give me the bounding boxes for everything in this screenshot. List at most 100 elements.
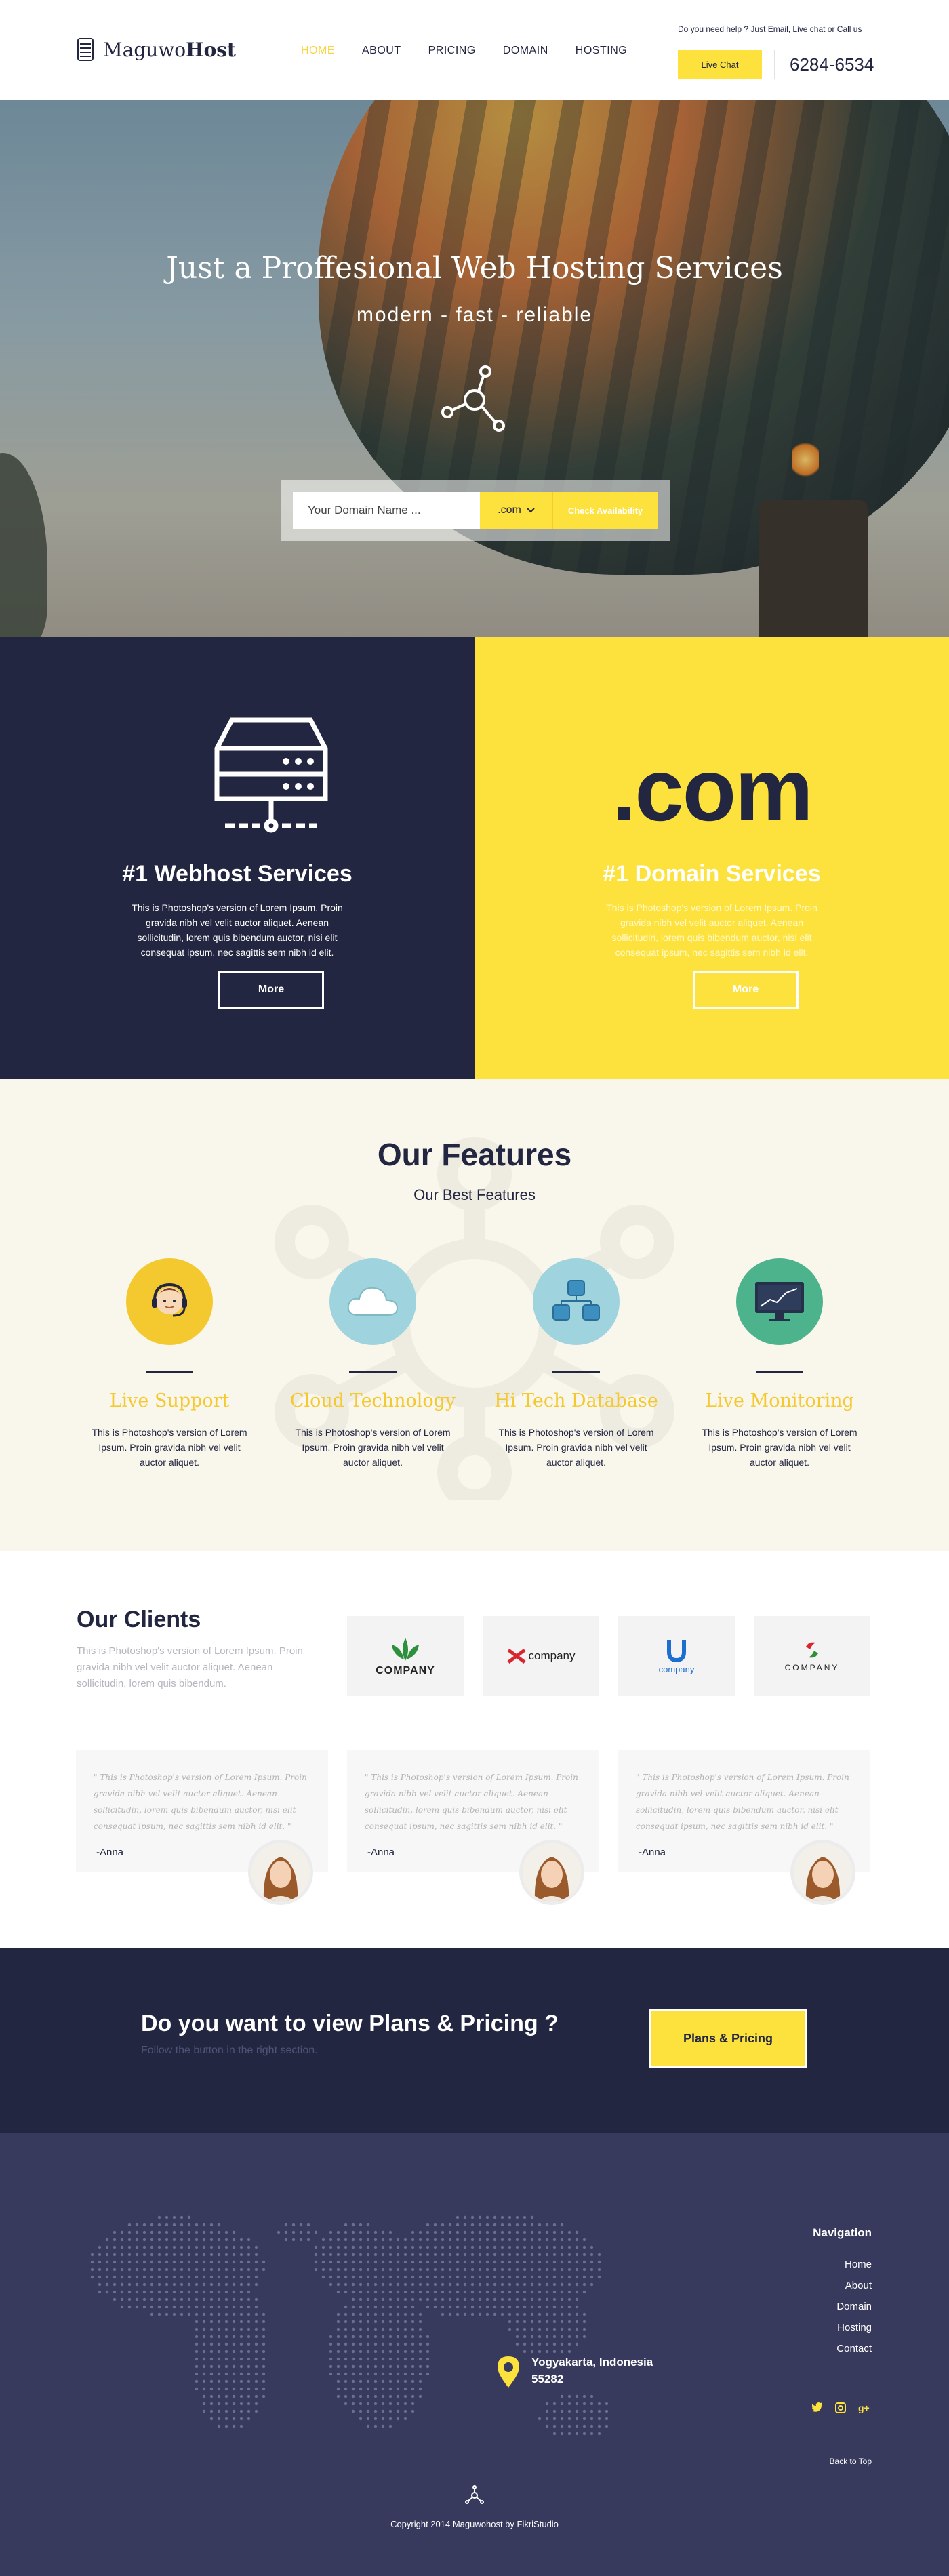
footer-nav-hosting[interactable]: Hosting bbox=[836, 2322, 872, 2333]
testimonial-author: -Anna bbox=[639, 1847, 666, 1858]
clients-description: This is Photoshop's version of Lorem Ips… bbox=[77, 1645, 303, 1689]
headset-agent-icon bbox=[126, 1258, 213, 1345]
client-logo-2[interactable]: company bbox=[483, 1616, 599, 1696]
domain-service-text: This is Photoshop's version of Lorem Ips… bbox=[606, 902, 817, 958]
google-plus-icon[interactable]: g+ bbox=[858, 2402, 872, 2413]
phone-number: 6284-6534 bbox=[790, 54, 874, 75]
plans-pricing-button[interactable]: Plans & Pricing bbox=[649, 2009, 807, 2068]
world-map-dots bbox=[90, 2215, 609, 2436]
network-share-icon bbox=[441, 365, 505, 432]
testimonial-card: " This is Photoshop's version of Lorem I… bbox=[347, 1750, 599, 1905]
header-separator bbox=[774, 50, 775, 79]
testimonial-quote: " This is Photoshop's version of Lorem I… bbox=[94, 1773, 307, 1831]
nav-home[interactable]: HOME bbox=[301, 45, 335, 57]
webhost-service-title: #1 Webhost Services bbox=[122, 861, 352, 887]
hero-tagline: modern - fast - reliable bbox=[356, 304, 593, 326]
feature-text: This is Photoshop's version of Lorem Ips… bbox=[92, 1427, 247, 1468]
footer-nav-domain[interactable]: Domain bbox=[836, 2301, 872, 2312]
x-logo-icon bbox=[507, 1649, 525, 1664]
dotcom-graphic: .com bbox=[611, 740, 813, 839]
footer-nav-about[interactable]: About bbox=[836, 2280, 872, 2291]
leaf-logo-icon bbox=[392, 1638, 419, 1661]
u-logo-icon bbox=[667, 1639, 686, 1662]
feature-divider bbox=[146, 1371, 193, 1373]
server-rack-icon bbox=[214, 717, 328, 833]
feature-text: This is Photoshop's version of Lorem Ips… bbox=[498, 1427, 654, 1468]
testimonial-author: -Anna bbox=[96, 1847, 124, 1858]
feature-title: Hi Tech Database bbox=[494, 1390, 658, 1411]
clients-section: Our Clients This is Photoshop's version … bbox=[0, 1551, 949, 1948]
back-to-top-link[interactable]: Back to Top bbox=[830, 2457, 872, 2466]
live-chat-button[interactable]: Live Chat bbox=[678, 50, 762, 79]
twitter-icon[interactable] bbox=[812, 2402, 823, 2412]
avatar bbox=[519, 1840, 584, 1905]
site-header: MaguwoHost HOME ABOUT PRICING DOMAIN HOS… bbox=[0, 0, 949, 100]
tld-select[interactable]: .com bbox=[480, 492, 553, 529]
feature-divider bbox=[349, 1371, 397, 1373]
feature-text: This is Photoshop's version of Lorem Ips… bbox=[702, 1427, 857, 1468]
main-nav: HOME ABOUT PRICING DOMAIN HOSTING bbox=[301, 45, 654, 57]
client-logo-4[interactable]: COMPANY bbox=[754, 1616, 870, 1696]
cta-subtitle: Follow the button in the right section. bbox=[141, 2045, 318, 2056]
nav-about[interactable]: ABOUT bbox=[362, 45, 401, 57]
pricing-cta-section: Do you want to view Plans & Pricing ? Fo… bbox=[0, 1948, 949, 2133]
database-icon bbox=[533, 1258, 620, 1345]
cloud-icon bbox=[329, 1258, 416, 1345]
nav-domain[interactable]: DOMAIN bbox=[503, 45, 548, 57]
svg-text:g+: g+ bbox=[858, 2402, 870, 2413]
testimonial-quote: " This is Photoshop's version of Lorem I… bbox=[636, 1773, 849, 1831]
client-logo-3[interactable]: company bbox=[618, 1616, 735, 1696]
chevron-down-icon bbox=[527, 508, 535, 513]
feature-cloud-technology: Cloud Technology This is Photoshop's ver… bbox=[271, 1258, 474, 1470]
domain-service-panel: .com #1 Domain Services This is Photosho… bbox=[474, 637, 949, 1079]
testimonial-card: " This is Photoshop's version of Lorem I… bbox=[618, 1750, 870, 1905]
testimonial-card: " This is Photoshop's version of Lorem I… bbox=[76, 1750, 328, 1905]
client-logo-text: company bbox=[658, 1664, 695, 1674]
footer-nav: Home About Domain Hosting Contact bbox=[836, 2259, 872, 2364]
location-city: Yogyakarta, Indonesia bbox=[531, 2356, 653, 2369]
webhost-more-button[interactable]: More bbox=[218, 971, 324, 1009]
footer-nav-contact[interactable]: Contact bbox=[836, 2343, 872, 2354]
feature-title: Cloud Technology bbox=[289, 1390, 456, 1411]
location-pin-icon bbox=[498, 2356, 519, 2388]
client-logo-text: company bbox=[528, 1649, 576, 1662]
server-logo-icon bbox=[77, 38, 94, 61]
features-section: Our Features Our Best Features Live Supp… bbox=[0, 1079, 949, 1551]
client-logo-1[interactable]: COMPANY bbox=[347, 1616, 464, 1696]
social-links: g+ bbox=[812, 2402, 872, 2413]
domain-search-input[interactable] bbox=[293, 492, 480, 529]
cta-title: Do you want to view Plans & Pricing ? bbox=[141, 2011, 559, 2036]
feature-live-monitoring: Live Monitoring This is Photoshop's vers… bbox=[678, 1258, 881, 1470]
monitor-chart-icon bbox=[736, 1258, 823, 1345]
footer-nav-home[interactable]: Home bbox=[836, 2259, 872, 2270]
brand-logo[interactable]: MaguwoHost bbox=[77, 38, 236, 61]
testimonial-quote: " This is Photoshop's version of Lorem I… bbox=[365, 1773, 578, 1831]
tld-selected-value: .com bbox=[498, 504, 521, 516]
instagram-icon[interactable] bbox=[835, 2402, 846, 2413]
client-logo-text: COMPANY bbox=[376, 1665, 435, 1676]
check-availability-button[interactable]: Check Availability bbox=[553, 492, 658, 529]
hero-title: Just a Proffesional Web Hosting Services bbox=[166, 251, 783, 285]
feature-divider bbox=[552, 1371, 600, 1373]
clients-title: Our Clients bbox=[77, 1607, 201, 1632]
client-logo-text: COMPANY bbox=[784, 1663, 840, 1672]
feature-title: Live Monitoring bbox=[705, 1390, 854, 1411]
domain-more-button[interactable]: More bbox=[693, 971, 799, 1009]
feature-divider bbox=[756, 1371, 803, 1373]
hero-section: Just a Proffesional Web Hosting Services… bbox=[0, 100, 949, 637]
feature-hi-tech-database: Hi Tech Database This is Photoshop's ver… bbox=[474, 1258, 678, 1470]
swirl-logo-icon bbox=[806, 1642, 818, 1658]
features-subtitle: Our Best Features bbox=[413, 1186, 536, 1203]
webhost-service-text: This is Photoshop's version of Lorem Ips… bbox=[132, 902, 343, 958]
location-postcode: 55282 bbox=[531, 2373, 564, 2386]
domain-search-form: .com Check Availability bbox=[281, 480, 670, 541]
feature-live-support: Live Support This is Photoshop's version… bbox=[68, 1258, 271, 1470]
nav-pricing[interactable]: PRICING bbox=[428, 45, 476, 57]
avatar bbox=[790, 1840, 855, 1905]
features-title: Our Features bbox=[377, 1137, 572, 1172]
domain-service-title: #1 Domain Services bbox=[603, 861, 821, 887]
nav-hosting[interactable]: HOSTING bbox=[576, 45, 627, 57]
testimonial-author: -Anna bbox=[367, 1847, 395, 1858]
avatar bbox=[248, 1840, 313, 1905]
footer-nav-title: Navigation bbox=[813, 2226, 872, 2239]
